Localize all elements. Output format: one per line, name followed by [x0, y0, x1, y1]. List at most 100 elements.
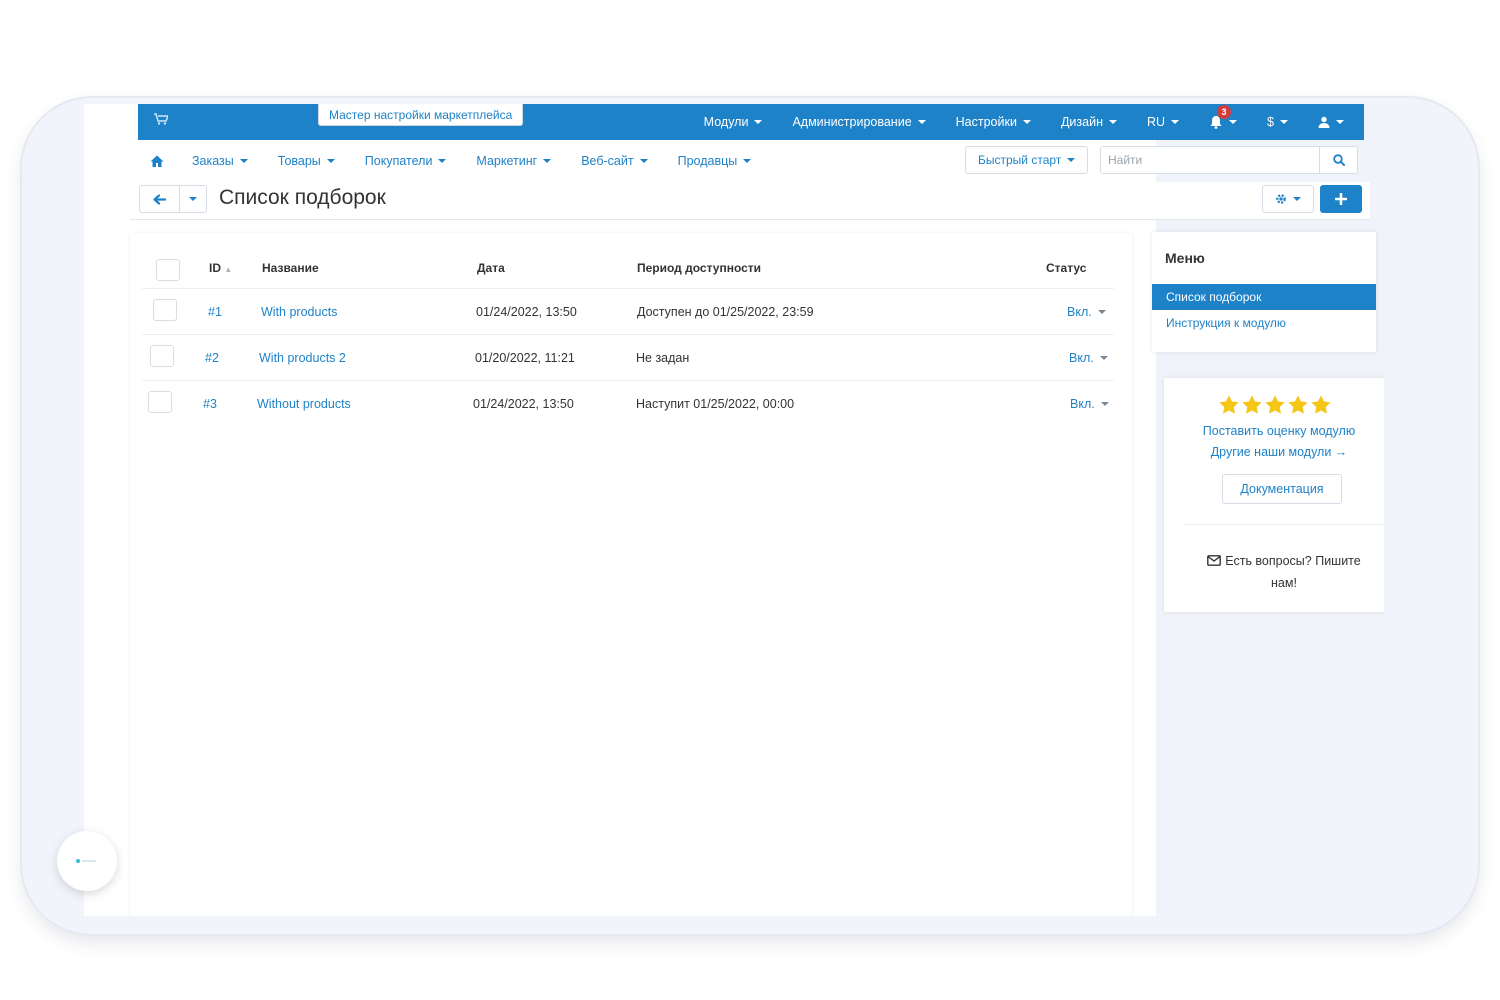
top-nav: Модули Администрирование Настройки Дизай…	[674, 104, 1344, 140]
caret-down-icon	[1097, 310, 1106, 314]
nav-label: Администрирование	[792, 115, 912, 129]
nav-marketing[interactable]: Маркетинг	[476, 154, 552, 168]
cart-icon[interactable]	[154, 113, 170, 125]
row-period: Доступен до 01/25/2022, 23:59	[637, 305, 814, 319]
bell-icon: 3	[1209, 105, 1232, 129]
gear-icon	[1276, 194, 1286, 204]
star-icon	[1219, 395, 1239, 414]
contact-text: Есть вопросы? Пишите нам!	[1225, 554, 1361, 590]
caret-down-icon	[639, 159, 648, 163]
table-row: #2 With products 2 01/20/2022, 11:21 Не …	[142, 334, 1114, 380]
settings-dropdown-button[interactable]	[1262, 185, 1314, 213]
row-status-dropdown[interactable]: Вкл.	[1069, 351, 1108, 365]
nav-administration[interactable]: Администрирование	[792, 115, 926, 129]
currency-label: $	[1267, 115, 1274, 129]
home-icon[interactable]	[150, 155, 164, 169]
row-id-link[interactable]: #2	[205, 351, 219, 365]
currency-menu[interactable]: $	[1267, 115, 1288, 129]
row-id-link[interactable]: #1	[208, 305, 222, 319]
page-toolbar: Список подборок	[130, 182, 1370, 220]
row-checkbox[interactable]	[148, 391, 172, 413]
row-name-link[interactable]: With products	[261, 305, 337, 319]
add-button[interactable]	[1320, 185, 1362, 213]
sidebar-menu: Меню Список подборок Инструкция к модулю	[1152, 232, 1376, 352]
nav-settings[interactable]: Настройки	[956, 115, 1031, 129]
caret-down-icon	[1022, 120, 1031, 124]
caret-down-icon	[1229, 120, 1238, 124]
notifications-menu[interactable]: 3	[1209, 105, 1238, 129]
screen: Мастер настройки маркетплейса Модули Адм…	[84, 104, 1384, 916]
star-icon	[1311, 395, 1331, 414]
nav-label: Покупатели	[364, 154, 433, 168]
row-period: Наступит 01/25/2022, 00:00	[636, 397, 795, 411]
divider	[1184, 524, 1384, 525]
row-checkbox[interactable]	[150, 345, 174, 367]
back-dropdown-button[interactable]	[180, 186, 206, 212]
nav-label: RU	[1146, 115, 1166, 129]
quickstart-button[interactable]: Быстрый старт	[965, 146, 1089, 174]
floating-action-button[interactable]	[57, 831, 117, 891]
logo-line	[82, 860, 96, 862]
column-header-period: Период доступности	[637, 261, 762, 275]
top-bar: Мастер настройки маркетплейса Модули Адм…	[138, 104, 1364, 140]
row-period: Не задан	[636, 351, 690, 365]
row-name-link[interactable]: With products 2	[259, 351, 346, 365]
back-button[interactable]	[140, 186, 180, 212]
column-header-id[interactable]: ID ▲	[209, 261, 232, 275]
back-button-group	[139, 185, 207, 213]
status-label: Вкл.	[1070, 397, 1095, 411]
arrow-left-icon	[153, 193, 166, 205]
caret-down-icon	[189, 197, 197, 201]
search-button[interactable]	[1319, 147, 1357, 173]
status-label: Вкл.	[1069, 351, 1094, 365]
column-header-name: Название	[262, 261, 319, 275]
search-box	[1100, 146, 1358, 174]
menu-title: Меню	[1165, 250, 1205, 266]
other-modules-link[interactable]: Другие наши модули →	[1164, 445, 1384, 459]
nav-website[interactable]: Веб-сайт	[581, 154, 648, 168]
nav-language[interactable]: RU	[1146, 115, 1180, 129]
user-menu[interactable]	[1318, 116, 1344, 128]
notification-badge: 3	[1217, 105, 1232, 119]
row-name-link[interactable]: Without products	[257, 397, 351, 411]
caret-down-icon	[326, 159, 335, 163]
star-icon	[1288, 395, 1308, 414]
star-icon	[1242, 395, 1262, 414]
menu-item-collections[interactable]: Список подборок	[1152, 284, 1376, 310]
collections-table: ID ▲ Название Дата Период доступности Ст…	[130, 233, 1132, 916]
row-date: 01/20/2022, 11:21	[475, 351, 575, 365]
contact-link[interactable]: Есть вопросы? Пишите нам!	[1194, 550, 1374, 594]
row-status-dropdown[interactable]: Вкл.	[1067, 305, 1106, 319]
nav-label: Настройки	[955, 115, 1017, 129]
user-icon	[1318, 116, 1330, 128]
nav-customers[interactable]: Покупатели	[365, 154, 447, 168]
status-label: Вкл.	[1067, 305, 1092, 319]
select-all-checkbox[interactable]	[156, 259, 180, 281]
nav-label: Товары	[277, 154, 321, 168]
search-input[interactable]	[1101, 147, 1319, 173]
nav-orders[interactable]: Заказы	[192, 154, 248, 168]
nav-vendors[interactable]: Продавцы	[678, 154, 752, 168]
menu-item-instructions[interactable]: Инструкция к модулю	[1152, 310, 1376, 336]
table-row: #1 With products 01/24/2022, 13:50 Досту…	[142, 288, 1114, 334]
nav-modules[interactable]: Модули	[704, 115, 763, 129]
row-status-dropdown[interactable]: Вкл.	[1070, 397, 1109, 411]
nav-label: Модули	[703, 115, 749, 129]
caret-down-icon	[754, 120, 763, 124]
nav-products[interactable]: Товары	[278, 154, 335, 168]
nav-label: Продавцы	[677, 154, 738, 168]
rating-stars[interactable]	[1218, 394, 1333, 416]
envelope-icon	[1207, 555, 1222, 566]
caret-down-icon	[1171, 120, 1180, 124]
caret-down-icon	[743, 159, 752, 163]
row-id-link[interactable]: #3	[203, 397, 217, 411]
documentation-button[interactable]: Документация	[1222, 474, 1342, 504]
marketplace-wizard-button[interactable]: Мастер настройки маркетплейса	[318, 104, 524, 126]
nav-design[interactable]: Дизайн	[1061, 115, 1117, 129]
table-row: #3 Without products 01/24/2022, 13:50 На…	[142, 380, 1114, 426]
rate-module-link[interactable]: Поставить оценку модулю	[1164, 424, 1384, 438]
logo-dot	[76, 859, 80, 863]
caret-down-icon	[438, 159, 447, 163]
row-checkbox[interactable]	[153, 299, 177, 321]
caret-down-icon	[239, 159, 248, 163]
